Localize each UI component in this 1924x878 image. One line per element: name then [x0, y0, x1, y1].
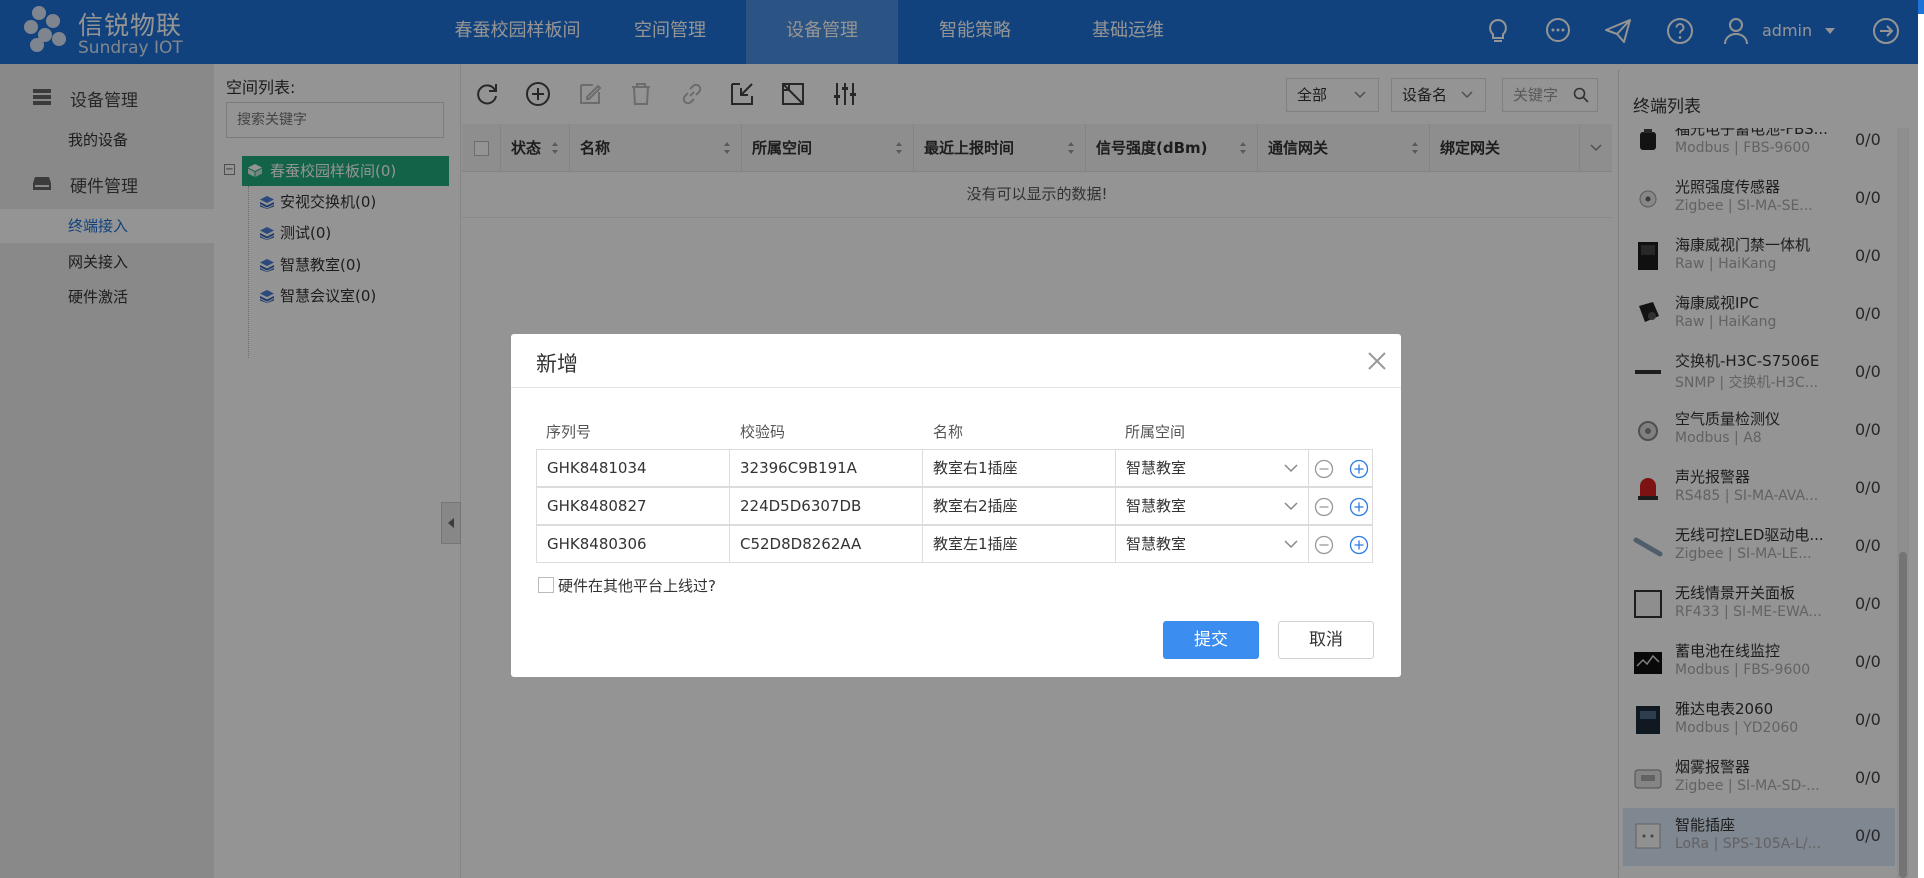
- row-actions: [1308, 449, 1373, 487]
- add-row-icon[interactable]: [1349, 497, 1369, 517]
- submit-button[interactable]: 提交: [1163, 621, 1259, 659]
- add-device-dialog: 新增 序列号 校验码 名称 所属空间 GHK8481034 32396C9B19…: [511, 334, 1401, 677]
- dialog-divider: [511, 387, 1401, 388]
- check-code-field[interactable]: C52D8D8262AA: [729, 525, 923, 563]
- device-entry-row: GHK8481034 32396C9B191A 教室右1插座 智慧教室: [536, 449, 1373, 487]
- column-header-check-code: 校验码: [740, 423, 786, 441]
- close-icon[interactable]: [1366, 350, 1388, 372]
- device-entry-row: GHK8480827 224D5D6307DB 教室右2插座 智慧教室: [536, 487, 1373, 525]
- dialog-title: 新增: [536, 352, 578, 376]
- column-header-name: 名称: [933, 423, 964, 441]
- device-entry-row: GHK8480306 C52D8D8262AA 教室左1插座 智慧教室: [536, 525, 1373, 563]
- name-field[interactable]: 教室左1插座: [922, 525, 1116, 563]
- serial-field[interactable]: GHK8480827: [536, 487, 730, 525]
- remove-row-icon[interactable]: [1314, 459, 1334, 479]
- row-actions: [1308, 487, 1373, 525]
- column-header-serial: 序列号: [546, 423, 592, 441]
- space-select-value: 智慧教室: [1126, 459, 1187, 477]
- row-actions: [1308, 525, 1373, 563]
- chevron-down-icon: [1284, 502, 1298, 511]
- window-edge: [1918, 0, 1924, 878]
- space-select[interactable]: 智慧教室: [1115, 449, 1309, 487]
- online-elsewhere-checkbox[interactable]: [538, 577, 554, 593]
- space-select-value: 智慧教室: [1126, 497, 1187, 515]
- space-select[interactable]: 智慧教室: [1115, 525, 1309, 563]
- space-select[interactable]: 智慧教室: [1115, 487, 1309, 525]
- space-select-value: 智慧教室: [1126, 535, 1187, 553]
- add-row-icon[interactable]: [1349, 535, 1369, 555]
- cancel-button[interactable]: 取消: [1278, 621, 1374, 659]
- online-elsewhere-label: 硬件在其他平台上线过?: [558, 577, 716, 595]
- check-code-field[interactable]: 224D5D6307DB: [729, 487, 923, 525]
- chevron-down-icon: [1284, 540, 1298, 549]
- remove-row-icon[interactable]: [1314, 497, 1334, 517]
- serial-field[interactable]: GHK8481034: [536, 449, 730, 487]
- check-code-field[interactable]: 32396C9B191A: [729, 449, 923, 487]
- name-field[interactable]: 教室右2插座: [922, 487, 1116, 525]
- add-row-icon[interactable]: [1349, 459, 1369, 479]
- chevron-down-icon: [1284, 464, 1298, 473]
- serial-field[interactable]: GHK8480306: [536, 525, 730, 563]
- remove-row-icon[interactable]: [1314, 535, 1334, 555]
- name-field[interactable]: 教室右1插座: [922, 449, 1116, 487]
- window-edge-accent: [1918, 0, 1924, 14]
- column-header-space: 所属空间: [1125, 423, 1186, 441]
